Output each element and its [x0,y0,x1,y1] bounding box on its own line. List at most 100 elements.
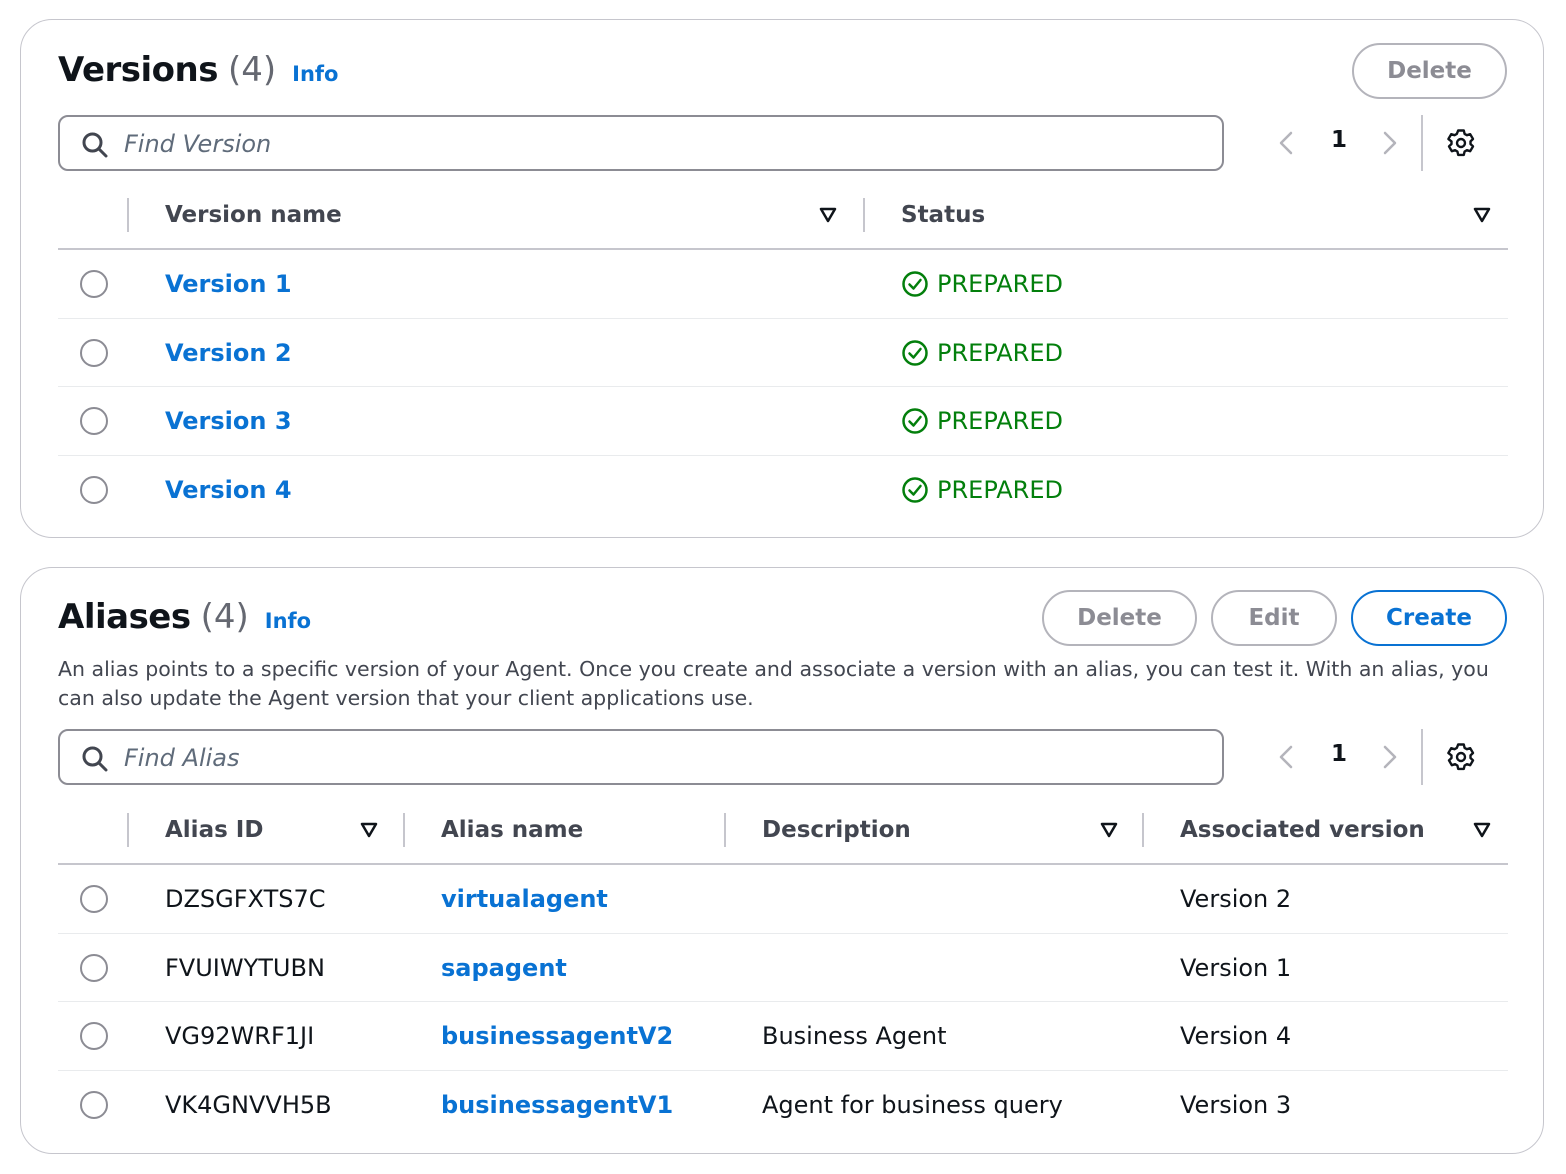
table-row: VG92WRF1JI businessagentV2 Business Agen… [58,1002,1508,1071]
version-name-link[interactable]: Version 3 [165,407,292,435]
check-circle-icon [902,271,928,297]
pagination-divider [1421,115,1423,171]
table-row: VK4GNVVH5B businessagentV1 Agent for bus… [58,1071,1508,1140]
column-divider [127,813,129,847]
aliases-create-button[interactable]: Create [1351,590,1507,646]
row-select-radio[interactable] [80,270,108,298]
alias-version-cell: Version 3 [1180,1090,1292,1119]
alias-version-cell: Version 1 [1180,953,1292,982]
alias-name-link[interactable]: businessagentV1 [441,1091,673,1119]
alias-search-field[interactable] [58,729,1224,785]
search-icon [82,746,108,772]
versions-title: Versions [58,50,218,90]
check-circle-icon [902,476,928,503]
versions-page-number[interactable]: 1 [1327,127,1351,153]
table-row: Version 2 PREPARED [58,319,1508,387]
alias-version-cell: Version 4 [1180,1022,1292,1050]
versions-delete-button[interactable]: Delete [1352,43,1507,99]
row-select-radio[interactable] [80,338,108,367]
alias-id-cell: DZSGFXTS7C [165,885,326,913]
version-name-link[interactable]: Version 4 [165,476,292,504]
alias-name-link[interactable]: businessagentV2 [441,1022,673,1050]
versions-count: (4) [227,50,277,90]
alias-id-cell: FVUIWYTUBN [165,953,325,982]
aliases-page-number[interactable]: 1 [1327,741,1351,767]
pagination-divider [1421,729,1423,785]
version-search-field[interactable] [58,115,1224,171]
versions-panel: Versions (4) Info Delete 1 Version name [20,19,1544,538]
column-divider [1142,813,1144,847]
aliases-delete-button[interactable]: Delete [1042,590,1197,646]
column-header-alias-name[interactable]: Alias name [441,817,583,843]
alias-name-link[interactable]: sapagent [441,954,567,982]
column-header-associated-version[interactable]: Associated version [1180,817,1425,843]
status-text: PREPARED [937,475,1063,504]
version-name-link[interactable]: Version 2 [165,339,292,367]
aliases-table-header: Alias ID Alias name Description Associat… [58,799,1508,865]
sort-caret-icon[interactable] [359,820,379,840]
alias-name-link[interactable]: virtualagent [441,885,608,913]
column-header-description[interactable]: Description [762,817,911,843]
sort-caret-icon[interactable] [1099,820,1119,840]
alias-description-cell: Agent for business query [762,1090,1063,1119]
sort-caret-icon[interactable] [1472,205,1492,225]
check-circle-icon [902,339,928,366]
column-divider [724,813,726,847]
check-circle-icon [902,408,928,434]
alias-id-cell: VK4GNVVH5B [165,1090,332,1119]
alias-search-input[interactable] [124,739,1210,777]
version-search-input[interactable] [124,125,1210,163]
aliases-description: An alias points to a specific version of… [58,657,1489,710]
versions-header: Versions (4) Info [58,50,338,90]
row-select-radio[interactable] [80,885,108,913]
column-divider [863,198,865,232]
chevron-right-icon[interactable] [1373,741,1405,773]
table-row: FVUIWYTUBN sapagent Version 1 [58,934,1508,1002]
aliases-pagination: 1 [1271,729,1475,785]
aliases-table: Alias ID Alias name Description Associat… [58,799,1508,1139]
aliases-header: Aliases (4) Info [58,597,311,637]
versions-pagination: 1 [1271,115,1475,171]
search-icon [82,132,108,158]
versions-table-header: Version name Status [58,184,1508,250]
gear-icon[interactable] [1445,741,1477,773]
sort-caret-icon[interactable] [1472,820,1492,840]
row-select-radio[interactable] [80,475,108,504]
status-text: PREPARED [937,270,1063,298]
aliases-info-link[interactable]: Info [265,609,311,633]
chevron-left-icon[interactable] [1271,127,1303,159]
chevron-right-icon[interactable] [1373,127,1405,159]
row-select-radio[interactable] [80,1022,108,1050]
alias-version-cell: Version 2 [1180,885,1292,913]
status-text: PREPARED [937,338,1063,367]
version-name-link[interactable]: Version 1 [165,270,292,298]
aliases-edit-button[interactable]: Edit [1211,590,1337,646]
column-divider [127,198,129,232]
status-indicator: PREPARED [901,270,1063,298]
status-text: PREPARED [937,407,1063,435]
sort-caret-icon[interactable] [818,205,838,225]
alias-description-cell: Business Agent [762,1022,947,1050]
versions-info-link[interactable]: Info [292,62,338,86]
gear-icon[interactable] [1445,127,1477,159]
table-row: Version 3 PREPARED [58,387,1508,456]
status-indicator: PREPARED [901,476,1063,504]
table-row: Version 1 PREPARED [58,250,1508,319]
aliases-panel: Aliases (4) Info Delete Edit Create An a… [20,567,1544,1154]
status-indicator: PREPARED [901,339,1063,367]
table-row: Version 4 PREPARED [58,456,1508,525]
alias-id-cell: VG92WRF1JI [165,1022,315,1050]
row-select-radio[interactable] [80,1090,108,1119]
row-select-radio[interactable] [80,953,108,982]
aliases-count: (4) [200,597,249,637]
versions-table: Version name Status Version 1 PREPARED V… [58,184,1508,524]
chevron-left-icon[interactable] [1271,741,1303,773]
status-indicator: PREPARED [901,407,1063,435]
column-header-status[interactable]: Status [901,202,985,228]
column-divider [403,813,405,847]
aliases-title: Aliases [58,597,191,637]
column-header-alias-id[interactable]: Alias ID [165,817,263,843]
table-row: DZSGFXTS7C virtualagent Version 2 [58,865,1508,934]
row-select-radio[interactable] [80,407,108,435]
column-header-version-name[interactable]: Version name [165,202,342,228]
